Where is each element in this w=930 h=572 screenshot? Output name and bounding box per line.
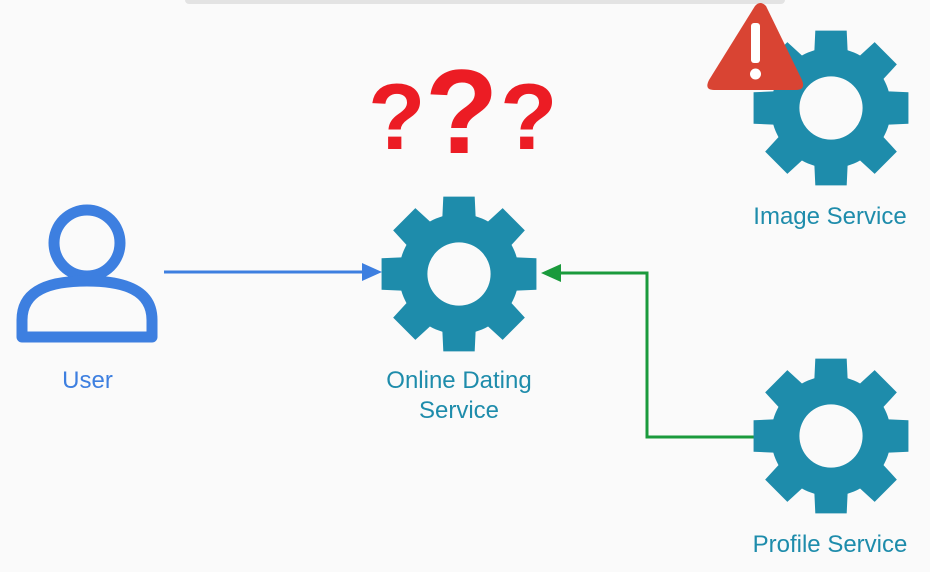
user-label: User — [62, 367, 113, 394]
gear-icon — [381, 196, 537, 352]
question-mark: ? — [368, 64, 426, 169]
online-dating-label-line1: Online Dating — [386, 367, 532, 394]
profile-to-dating-arrow — [541, 264, 754, 439]
question-mark: ? — [500, 64, 558, 169]
profile-service-label: Profile Service — [752, 531, 908, 558]
user-icon — [16, 204, 158, 343]
gear-shape — [753, 358, 909, 514]
gear-icon — [753, 358, 909, 514]
online-dating-label-line2: Service — [418, 397, 500, 424]
diagram-canvas: ? ? ? User Online Dating Service Image S… — [0, 0, 930, 572]
user-to-dating-arrow — [164, 263, 382, 281]
question-mark: ? — [425, 45, 499, 179]
gear-shape — [381, 196, 537, 352]
image-service-label: Image Service — [753, 203, 907, 230]
